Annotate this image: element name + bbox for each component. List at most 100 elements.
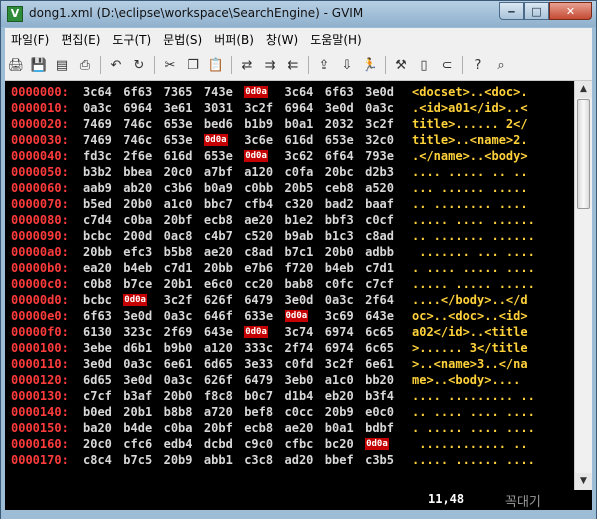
hex-word: 6f64 <box>324 149 354 163</box>
hex-word: aab9 <box>83 181 112 195</box>
find-prev-icon[interactable]: ⇇ <box>282 54 304 76</box>
hex-word: dcbd <box>203 437 233 451</box>
scroll-down-arrow-icon[interactable]: ▼ <box>575 473 592 490</box>
hex-word: 7365 <box>163 85 193 99</box>
hex-word: c520 <box>244 229 274 243</box>
hex-word: 6d65 <box>83 373 112 387</box>
undo-icon[interactable]: ↶ <box>105 54 127 76</box>
hex-word: ae20 <box>284 421 314 435</box>
paste-icon[interactable]: 📋 <box>205 54 227 76</box>
ascii-column: ............ .. <box>412 437 528 451</box>
shell-icon[interactable]: ▯ <box>413 54 435 76</box>
ascii-column: me>..<body>.... <box>412 373 528 387</box>
hex-word: 3c2f <box>244 101 274 115</box>
menu-syntax[interactable]: 문법(S) <box>157 31 208 48</box>
hex-word: ceb8 <box>324 181 354 195</box>
hex-word: ecb8 <box>244 421 274 435</box>
menu-edit[interactable]: 편집(E) <box>55 31 106 48</box>
hex-editor-area[interactable]: 0000000: 3c64 6f63 7365 743e 0d0a 3c64 6f63 3e0d… <box>5 81 574 490</box>
load-session-icon[interactable]: ⇪ <box>313 54 335 76</box>
hex-word: 3c64 <box>284 85 314 99</box>
open-icon[interactable]: 🖨 <box>5 54 27 76</box>
hex-word: 2f6e <box>123 149 153 163</box>
redo-icon[interactable]: ↻ <box>128 54 150 76</box>
hex-word: c7cf <box>365 277 394 291</box>
hex-word: 746c <box>123 117 153 131</box>
hex-word: 3c62 <box>284 149 314 163</box>
hex-word: adbb <box>365 245 394 259</box>
toolbar: 🖨 💾 ▤ ⎙ ↶ ↻ ✂ ❐ 📋 ⇄ ⇉ ⇇ ⇪ ⇩ 🏃 ⚒ ▯ ⊂ ? ⌕ <box>5 50 592 81</box>
hex-word: ecb8 <box>203 213 233 227</box>
hex-word: c0fd <box>284 357 314 371</box>
hex-address: 0000080: <box>11 213 69 227</box>
hex-word: 0a3c <box>83 101 112 115</box>
hex-word: ae20 <box>203 245 233 259</box>
hex-word: 6479 <box>244 293 274 307</box>
run-script-icon[interactable]: 🏃 <box>359 54 381 76</box>
hex-word: b1e2 <box>284 213 314 227</box>
hex-word: 3031 <box>203 101 233 115</box>
hex-word: 6f63 <box>123 85 153 99</box>
hex-address: 0000010: <box>11 101 69 115</box>
menu-buffers[interactable]: 버퍼(B) <box>208 31 260 48</box>
hex-word: b0c7 <box>244 389 274 403</box>
menu-window[interactable]: 창(W) <box>260 31 304 48</box>
ascii-column: <docset>..<doc>. <box>412 85 528 99</box>
hex-word: 653e <box>163 133 193 147</box>
hex-word: edb4 <box>163 437 193 451</box>
toolbar-separator <box>305 54 313 76</box>
hex-word: c0ba <box>123 213 153 227</box>
menu-help[interactable]: 도움말(H) <box>304 31 368 48</box>
print-icon[interactable]: ⎙ <box>74 54 96 76</box>
hex-word: 3e0d <box>365 85 394 99</box>
hex-word: bbc7 <box>203 197 233 211</box>
hex-word: cc20 <box>244 277 274 291</box>
ascii-column: ..... .... ...... <box>412 213 535 227</box>
hex-word: 3e0d <box>83 357 112 371</box>
hex-word: 3e0d <box>324 101 354 115</box>
hex-word: e0c0 <box>365 405 394 419</box>
ascii-column: >...... 3</title <box>412 341 528 355</box>
save-icon[interactable]: 💾 <box>28 54 50 76</box>
hex-word: 7469 <box>83 133 112 147</box>
replace-icon[interactable]: ⇄ <box>236 54 258 76</box>
ascii-column: ..... ..... ..... <box>412 277 535 291</box>
hex-word: c0cf <box>365 213 394 227</box>
cut-icon[interactable]: ✂ <box>159 54 181 76</box>
scrollbar-thumb[interactable] <box>577 99 590 209</box>
hex-word: 653e <box>324 133 354 147</box>
make-icon[interactable]: ⚒ <box>390 54 412 76</box>
save-all-icon[interactable]: ▤ <box>51 54 73 76</box>
save-session-icon[interactable]: ⇩ <box>336 54 358 76</box>
scroll-up-arrow-icon[interactable]: ▲ <box>575 81 592 98</box>
hex-word: f8c8 <box>203 389 233 403</box>
hex-word: 20bb <box>83 245 112 259</box>
find-next-icon[interactable]: ⇉ <box>259 54 281 76</box>
hex-word: b9ab <box>284 229 314 243</box>
hex-address: 0000160: <box>11 437 69 451</box>
minimize-button[interactable]: ‒ <box>499 2 524 20</box>
hex-word: c7d4 <box>83 213 112 227</box>
hex-word: 653e <box>163 117 193 131</box>
ascii-column: .. ....... ...... <box>412 229 535 243</box>
title-bar[interactable]: V dong1.xml (D:\eclipse\workspace\Search… <box>1 1 596 27</box>
help-icon[interactable]: ? <box>467 54 489 76</box>
menu-tools[interactable]: 도구(T) <box>106 31 157 48</box>
ascii-column: ....</body>..</d <box>412 293 528 307</box>
menu-file[interactable]: 파일(F) <box>5 31 55 48</box>
copy-icon[interactable]: ❐ <box>182 54 204 76</box>
hex-word: 746c <box>123 133 153 147</box>
vertical-scrollbar[interactable]: ▲ ▼ <box>574 81 592 490</box>
hex-word: b8b8 <box>163 405 193 419</box>
scroll-position-indicator: 꼭대기 <box>505 495 541 510</box>
ctags-icon[interactable]: ⊂ <box>436 54 458 76</box>
maximize-button[interactable]: □ <box>524 2 549 20</box>
find-help-icon[interactable]: ⌕ <box>490 54 512 76</box>
close-button[interactable]: ✕ <box>549 2 592 20</box>
hex-word: 743e <box>203 85 233 99</box>
hex-word: c3c8 <box>244 453 274 467</box>
hex-word: 2f69 <box>163 325 193 339</box>
ascii-column: ....... ... .... <box>412 245 535 259</box>
gvim-app-icon[interactable]: V <box>7 6 23 22</box>
hex-word: b0a9 <box>203 181 233 195</box>
